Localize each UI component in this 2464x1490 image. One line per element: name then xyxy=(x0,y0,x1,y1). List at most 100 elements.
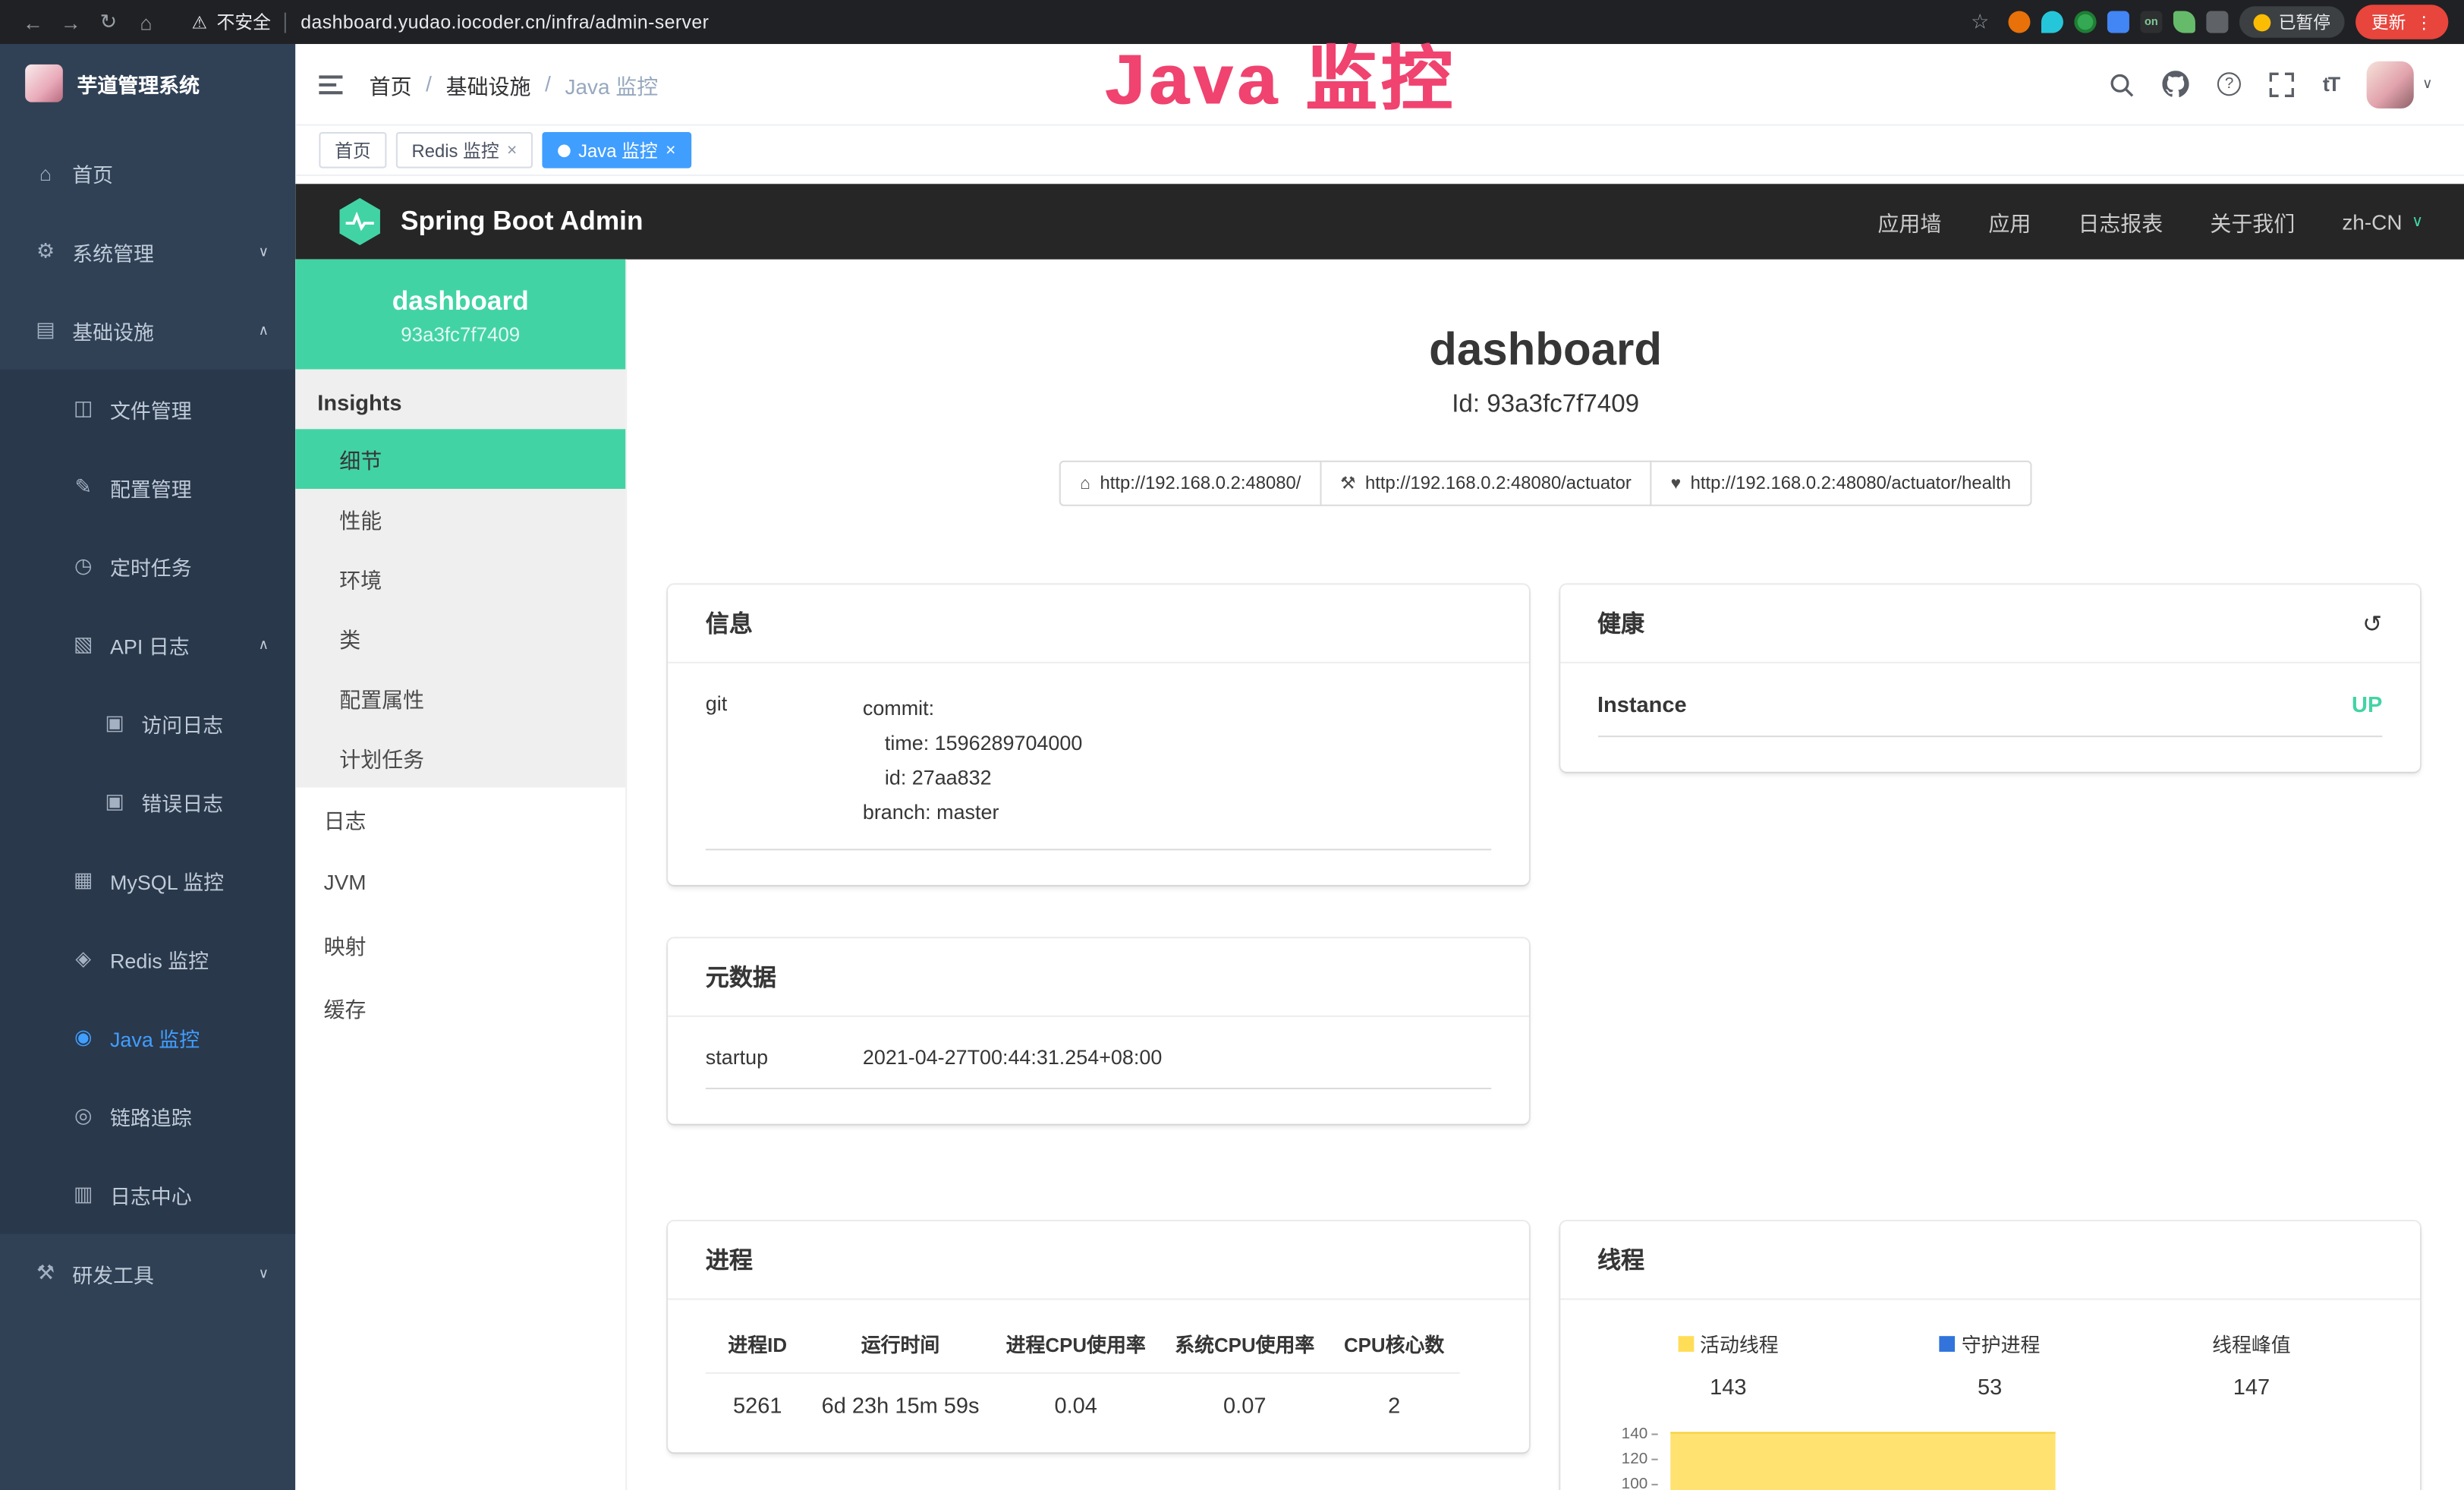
extension-icon[interactable] xyxy=(2173,11,2195,33)
font-size-icon[interactable]: tT xyxy=(2323,72,2339,96)
forward-icon[interactable]: → xyxy=(53,10,88,33)
sba-item-scheduled-tasks[interactable]: 计划任务 xyxy=(295,728,625,788)
extension-icon[interactable] xyxy=(2008,11,2030,33)
user-menu[interactable]: ∨ xyxy=(2367,61,2432,108)
log-center-icon: ▥ xyxy=(71,1182,96,1207)
api-log-icon: ▧ xyxy=(71,632,96,657)
sidebar-item-mysql-monitor[interactable]: ▦ MySQL 监控 xyxy=(0,841,295,920)
bookmark-star-icon[interactable]: ☆ xyxy=(1962,9,1997,34)
sidebar-collapse-icon[interactable] xyxy=(319,74,342,93)
sidebar-item-config-manage[interactable]: ✎ 配置管理 xyxy=(0,448,295,527)
health-row[interactable]: Instance UP xyxy=(1597,691,2382,737)
sidebar-item-infra[interactable]: ▤ 基础设施 ∧ xyxy=(0,291,295,370)
sidebar-item-tracing[interactable]: ◎ 链路追踪 xyxy=(0,1076,295,1155)
breadcrumb-infra[interactable]: 基础设施 xyxy=(446,68,531,99)
table-row: 5261 6d 23h 15m 59s 0.04 0.07 2 xyxy=(706,1374,1459,1418)
sidebar-item-error-log[interactable]: ▣ 错误日志 xyxy=(0,762,295,841)
tag-home[interactable]: 首页 xyxy=(319,132,386,169)
breadcrumb-home[interactable]: 首页 xyxy=(370,68,412,99)
actuator-url-button[interactable]: ⚒ http://192.168.0.2:48080/actuator xyxy=(1320,461,1652,506)
sba-nav-wall[interactable]: 应用墙 xyxy=(1877,206,1941,237)
mysql-icon: ▦ xyxy=(71,868,96,893)
tag-java-monitor[interactable]: Java 监控 × xyxy=(543,132,692,169)
extension-icon[interactable] xyxy=(2074,11,2096,33)
card-title: 元数据 xyxy=(706,960,776,993)
column-header: 运行时间 xyxy=(810,1328,992,1358)
link-label: http://192.168.0.2:48080/actuator xyxy=(1365,474,1632,493)
fullscreen-icon[interactable] xyxy=(2269,71,2294,96)
sidebar-item-system[interactable]: ⚙ 系统管理 ∨ xyxy=(0,213,295,291)
github-icon[interactable] xyxy=(2163,71,2189,97)
sba-body: dashboard 93a3fc7f7409 Insights 细节 性能 环境… xyxy=(295,260,2464,1490)
instance-url-button[interactable]: ⌂ http://192.168.0.2:48080/ xyxy=(1059,461,1321,506)
reload-icon[interactable]: ↻ xyxy=(91,9,126,34)
sba-logo-icon[interactable] xyxy=(336,198,383,245)
locale-selector[interactable]: zh-CN ∨ xyxy=(2342,209,2423,233)
card-header: 线程 xyxy=(1559,1221,2420,1300)
column-header: 进程ID xyxy=(706,1328,810,1358)
extension-on-icon[interactable]: on xyxy=(2140,11,2162,33)
help-icon[interactable]: ? xyxy=(2217,72,2241,96)
chevron-down-icon: ∨ xyxy=(258,1265,269,1282)
cards-grid: 信息 git commit: time: 1596289704000 id: 2 xyxy=(668,584,2420,1490)
sidebar-item-api-log[interactable]: ▧ API 日志 ∧ xyxy=(0,605,295,684)
sidebar-item-log-center[interactable]: ▥ 日志中心 xyxy=(0,1155,295,1234)
annotation-text: Java 监控 xyxy=(1105,22,1456,124)
sidebar-item-label: 访问日志 xyxy=(141,708,223,738)
sba-nav-about[interactable]: 关于我们 xyxy=(2210,206,2295,237)
sidebar-item-label: 链路追踪 xyxy=(110,1101,192,1131)
column-header: 系统CPU使用率 xyxy=(1160,1328,1330,1358)
sba-brand-title: Spring Boot Admin xyxy=(401,206,643,237)
back-icon[interactable]: ← xyxy=(16,10,51,33)
sba-nav-applications[interactable]: 应用 xyxy=(1988,206,2031,237)
instance-header[interactable]: dashboard 93a3fc7f7409 xyxy=(295,260,625,370)
chevron-down-icon: ∨ xyxy=(258,243,269,260)
info-line: branch: master xyxy=(863,795,1082,830)
extension-icon[interactable] xyxy=(2041,11,2063,33)
home-icon: ⌂ xyxy=(1080,474,1090,493)
legend-label: 守护进程 xyxy=(1859,1328,2121,1358)
close-icon[interactable]: × xyxy=(507,140,517,159)
sba-nav-journal[interactable]: 日志报表 xyxy=(2078,206,2163,237)
column-header: 进程CPU使用率 xyxy=(991,1328,1160,1358)
chevron-up-icon: ∧ xyxy=(258,321,269,339)
search-icon[interactable] xyxy=(2109,71,2134,96)
sba-sidebar: dashboard 93a3fc7f7409 Insights 细节 性能 环境… xyxy=(295,260,627,1490)
sidebar-item-scheduled-jobs[interactable]: ◷ 定时任务 xyxy=(0,527,295,606)
sba-item-details[interactable]: 细节 xyxy=(295,429,625,489)
sba-item-classes[interactable]: 类 xyxy=(295,608,625,668)
sba-item-mappings[interactable]: 映射 xyxy=(295,913,625,976)
paused-badge[interactable]: 已暂停 xyxy=(2239,6,2345,37)
sba-item-environment[interactable]: 环境 xyxy=(295,549,625,609)
sidebar-item-dev-tools[interactable]: ⚒ 研发工具 ∨ xyxy=(0,1234,295,1313)
sidebar-item-java-monitor[interactable]: ◉ Java 监控 xyxy=(0,998,295,1077)
insights-label: Insights xyxy=(295,370,625,430)
update-button[interactable]: 更新 ⋮ xyxy=(2355,5,2448,39)
browser-home-icon[interactable]: ⌂ xyxy=(129,10,164,33)
sba-item-logs[interactable]: 日志 xyxy=(295,787,625,850)
address-bar[interactable]: ⚠ 不安全 dashboard.yudao.iocoder.cn/infra/a… xyxy=(192,9,710,34)
browser-menu-icon[interactable]: ⋮ xyxy=(2415,12,2433,33)
sidebar-item-home[interactable]: ⌂ 首页 xyxy=(0,134,295,213)
sidebar-item-redis-monitor[interactable]: ◈ Redis 监控 xyxy=(0,919,295,998)
table-header-row: 进程ID 运行时间 进程CPU使用率 系统CPU使用率 CPU核心数 xyxy=(706,1328,1459,1374)
extension-icon[interactable] xyxy=(2107,11,2129,33)
sidebar-item-file-manage[interactable]: ◫ 文件管理 xyxy=(0,370,295,449)
app-logo[interactable]: 芋道管理系统 xyxy=(0,44,295,123)
threads-chart: 140 120 100 xyxy=(1597,1427,2382,1490)
sba-item-jvm[interactable]: JVM xyxy=(295,850,625,913)
link-label: http://192.168.0.2:48080/ xyxy=(1100,474,1301,493)
tag-redis-monitor[interactable]: Redis 监控 × xyxy=(396,132,533,169)
card-title: 信息 xyxy=(706,606,753,639)
health-url-button[interactable]: ♥ http://192.168.0.2:48080/actuator/heal… xyxy=(1651,461,2031,506)
sidebar-item-access-log[interactable]: ▣ 访问日志 xyxy=(0,684,295,763)
cell-system-cpu: 0.07 xyxy=(1160,1393,1330,1418)
breadcrumb-separator: / xyxy=(426,72,432,96)
history-icon[interactable]: ↺ xyxy=(2362,609,2382,637)
sba-item-config-props[interactable]: 配置属性 xyxy=(295,668,625,728)
sidebar-item-label: 错误日志 xyxy=(141,786,223,816)
sba-item-metrics[interactable]: 性能 xyxy=(295,489,625,549)
sba-item-caches[interactable]: 缓存 xyxy=(295,976,625,1039)
close-icon[interactable]: × xyxy=(666,140,675,159)
puzzle-icon[interactable] xyxy=(2206,11,2228,33)
